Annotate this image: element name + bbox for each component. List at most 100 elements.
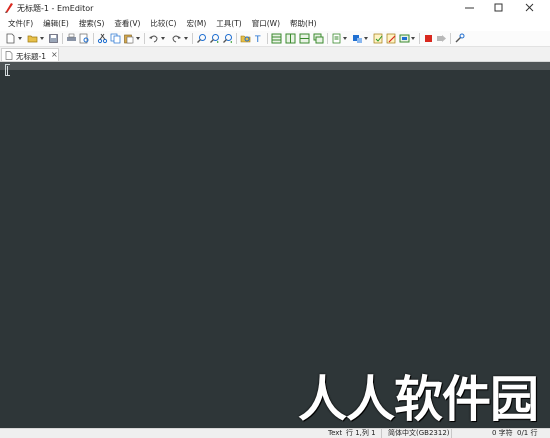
toolbar-separator — [62, 33, 63, 44]
customize-button[interactable] — [454, 33, 465, 44]
plugin-icon — [353, 35, 362, 43]
cascade-button[interactable] — [313, 33, 324, 44]
undo-icon — [149, 35, 158, 43]
record-macro-button[interactable] — [423, 33, 434, 44]
open-file-button[interactable] — [27, 33, 38, 44]
find-in-files-button[interactable] — [240, 33, 251, 44]
undo-dropdown[interactable] — [161, 37, 165, 40]
tile-vertical-icon — [285, 33, 296, 44]
scissors-icon — [97, 33, 108, 44]
projects-icon — [399, 34, 410, 43]
tab-label: 无标题-1 — [16, 52, 46, 61]
text-caret — [7, 66, 8, 76]
redo-button[interactable] — [171, 33, 182, 44]
document-icon — [5, 51, 13, 60]
menu-help[interactable]: 帮助(H) — [285, 16, 322, 30]
toolbar-separator — [267, 33, 268, 44]
toolbar-separator — [192, 33, 193, 44]
folder-open-icon — [27, 35, 38, 43]
print-preview-icon — [79, 33, 89, 44]
toolbar-separator — [144, 33, 145, 44]
ruler — [0, 62, 550, 70]
toolbar-separator — [327, 33, 328, 44]
toolbar-separator — [236, 33, 237, 44]
document-list-icon — [332, 33, 341, 44]
record-stop-icon — [425, 35, 432, 42]
run-macro-button[interactable] — [436, 33, 447, 44]
print-preview-button[interactable] — [79, 33, 90, 44]
tab-close-icon[interactable]: × — [51, 50, 58, 59]
new-file-icon — [6, 33, 15, 44]
find-button[interactable] — [196, 33, 207, 44]
cascade-windows-icon — [313, 33, 324, 44]
projects-button[interactable] — [399, 33, 410, 44]
copy-icon — [110, 33, 121, 44]
menu-window[interactable]: 窗口(W) — [247, 16, 285, 30]
new-file-button[interactable] — [5, 33, 16, 44]
menu-view[interactable]: 查看(V) — [109, 16, 145, 30]
toolbar-separator — [93, 33, 94, 44]
close-icon — [525, 3, 534, 12]
tile-horizontal-button[interactable] — [299, 33, 310, 44]
run-macro-icon — [437, 35, 446, 42]
svg-text:T: T — [254, 35, 261, 44]
projects-dropdown[interactable] — [411, 37, 415, 40]
copy-button[interactable] — [110, 33, 121, 44]
tab-untitled-1[interactable]: 无标题-1 × — [1, 48, 59, 61]
find-next-button[interactable] — [209, 33, 220, 44]
menu-macros[interactable]: 宏(M) — [181, 16, 211, 30]
spell-check-icon — [373, 33, 383, 44]
find-next-icon — [210, 34, 219, 43]
minimize-icon — [465, 7, 474, 9]
wrench-icon — [455, 33, 465, 43]
menu-edit[interactable]: 编辑(E) — [38, 16, 74, 30]
find-previous-icon — [223, 34, 232, 43]
save-button[interactable] — [48, 33, 59, 44]
menu-file[interactable]: 文件(F) — [0, 16, 38, 30]
tile-vertical-button[interactable] — [285, 33, 296, 44]
folder-search-icon — [240, 35, 251, 43]
print-button[interactable] — [66, 33, 77, 44]
menu-tools[interactable]: 工具(T) — [211, 16, 246, 30]
menu-compare[interactable]: 比较(C) — [145, 16, 181, 30]
watermark-text: 人人软件园 — [298, 371, 539, 428]
print-icon — [67, 33, 76, 41]
toolbar: T — [0, 31, 550, 47]
menu-bar: 文件(F) 编辑(E) 搜索(S) 查看(V) 比较(C) 宏(M) 工具(T)… — [0, 16, 550, 30]
undo-button[interactable] — [148, 33, 159, 44]
plugins-button[interactable] — [352, 33, 363, 44]
toolbar-separator — [419, 33, 420, 44]
toggle-highlight-button[interactable]: T — [253, 33, 264, 44]
cut-button[interactable] — [97, 33, 108, 44]
pencil-note-icon — [386, 33, 396, 44]
paste-icon — [124, 34, 134, 44]
maximize-button[interactable] — [484, 0, 514, 16]
bookmark-dropdown[interactable] — [343, 37, 347, 40]
title-bar: 无标题-1 - EmEditor — [0, 0, 550, 16]
bookmark-button[interactable] — [331, 33, 342, 44]
text-marker-icon: T — [254, 35, 261, 44]
paste-dropdown[interactable] — [136, 37, 140, 40]
save-icon — [49, 34, 58, 43]
window-layout-icon — [271, 33, 282, 44]
emeditor-app-icon — [5, 3, 13, 13]
toolbar-separator — [450, 33, 451, 44]
tile-horizontal-icon — [299, 33, 310, 44]
split-window-button[interactable] — [271, 33, 282, 44]
word-complete-button[interactable] — [386, 33, 397, 44]
plugins-dropdown[interactable] — [364, 37, 368, 40]
maximize-icon — [494, 3, 503, 12]
menu-search[interactable]: 搜索(S) — [74, 16, 110, 30]
close-window-button[interactable] — [515, 0, 545, 16]
new-file-dropdown[interactable] — [18, 37, 22, 40]
search-icon — [197, 34, 206, 43]
minimize-button[interactable] — [455, 0, 485, 16]
redo-dropdown[interactable] — [184, 37, 188, 40]
document-tab-bar: 无标题-1 × — [0, 47, 550, 62]
find-previous-button[interactable] — [222, 33, 233, 44]
paste-button[interactable] — [123, 33, 134, 44]
redo-icon — [172, 35, 181, 43]
spell-check-button[interactable] — [373, 33, 384, 44]
window-title: 无标题-1 - EmEditor — [17, 4, 94, 13]
open-file-dropdown[interactable] — [40, 37, 44, 40]
